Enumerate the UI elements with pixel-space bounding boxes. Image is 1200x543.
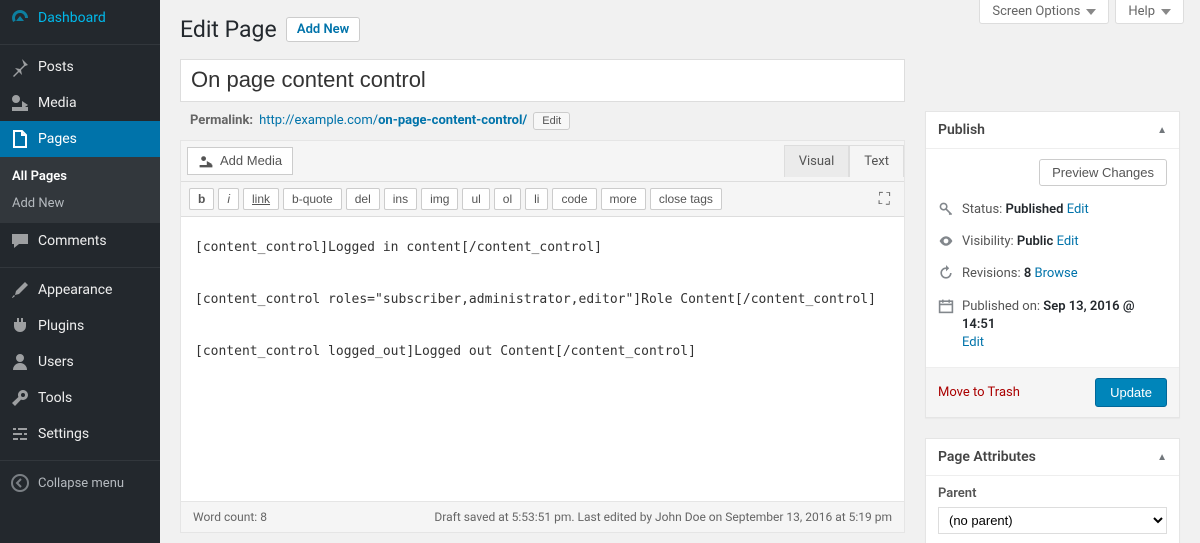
sidebar-item-media[interactable]: Media [0,85,160,121]
edit-status-link[interactable]: Edit [1067,202,1089,217]
sidebar-label: Users [38,354,74,370]
pin-icon [10,57,30,77]
sidebar-item-dashboard[interactable]: Dashboard [0,0,160,36]
submenu-add-new[interactable]: Add New [0,190,160,217]
sidebar-label: Comments [38,233,107,249]
collapse-icon [10,473,30,493]
sidebar-item-users[interactable]: Users [0,344,160,380]
sidebar-label: Tools [38,390,72,406]
qt-code[interactable]: code [552,188,596,210]
qt-li[interactable]: li [525,188,548,210]
wrench-icon [10,388,30,408]
backup-icon [938,265,954,287]
page-icon [10,129,30,149]
parent-select[interactable]: (no parent) [938,507,1167,534]
plugin-icon [10,316,30,336]
word-count: Word count: 8 [193,510,267,524]
user-icon [10,352,30,372]
browse-revisions-link[interactable]: Browse [1035,266,1078,281]
sidebar-item-comments[interactable]: Comments [0,223,160,259]
tab-visual[interactable]: Visual [784,145,850,177]
qt-del[interactable]: del [346,188,380,210]
admin-sidebar: Dashboard Posts Media Pages All Pages Ad… [0,0,160,543]
page-attributes-metabox: Page Attributes▲ Parent (no parent) Orde… [925,438,1180,543]
sidebar-label: Settings [38,426,89,442]
media-icon [198,153,214,169]
qt-ins[interactable]: ins [384,188,417,210]
toggle-icon[interactable]: ▲ [1157,452,1167,463]
permalink-label: Permalink: [190,113,253,128]
sidebar-submenu-pages: All Pages Add New [0,157,160,223]
qt-img[interactable]: img [421,188,458,210]
post-title-input[interactable] [180,59,905,102]
submenu-all-pages[interactable]: All Pages [0,163,160,190]
sidebar-item-plugins[interactable]: Plugins [0,308,160,344]
sidebar-item-settings[interactable]: Settings [0,416,160,452]
preview-changes-button[interactable]: Preview Changes [1039,159,1167,186]
collapse-label: Collapse menu [38,476,124,491]
page-attributes-title: Page Attributes▲ [926,439,1179,476]
dashboard-icon [10,8,30,28]
quicktags-toolbar: b i link b-quote del ins img ul ol li co… [181,182,904,217]
add-media-label: Add Media [220,153,282,168]
status-row: Status: Published Edit [938,196,1167,228]
qt-link[interactable]: link [243,188,279,210]
autosave-status: Draft saved at 5:53:51 pm. Last edited b… [434,510,892,524]
collapse-menu[interactable]: Collapse menu [0,465,160,501]
publish-metabox: Publish▲ Preview Changes Status: Publish… [925,111,1180,418]
calendar-icon [938,298,954,320]
qt-bquote[interactable]: b-quote [283,188,342,210]
qt-more[interactable]: more [601,188,646,210]
update-button[interactable]: Update [1095,378,1167,407]
editor-box: Add Media VisualText b i link b-quote de… [180,140,905,533]
page-title: Edit Page [180,16,277,43]
qt-close[interactable]: close tags [650,188,722,210]
permalink-link[interactable]: http://example.com/on-page-content-contr… [259,113,527,128]
permalink-row: Permalink: http://example.com/on-page-co… [180,102,905,140]
add-media-button[interactable]: Add Media [187,147,293,175]
brush-icon [10,280,30,300]
sidebar-label: Plugins [38,318,84,334]
publish-title: Publish▲ [926,112,1179,149]
fullscreen-icon[interactable]: ⛶ [873,189,896,209]
qt-italic[interactable]: i [218,188,239,210]
published-row: Published on: Sep 13, 2016 @ 14:51Edit [938,293,1167,358]
qt-ol[interactable]: ol [494,188,521,210]
key-icon [938,201,954,223]
qt-ul[interactable]: ul [462,188,489,210]
visibility-row: Visibility: Public Edit [938,228,1167,260]
edit-visibility-link[interactable]: Edit [1057,234,1079,249]
edit-date-link[interactable]: Edit [962,335,984,350]
sidebar-label: Posts [38,59,74,75]
sidebar-label: Pages [38,131,77,147]
edit-permalink-button[interactable]: Edit [533,112,570,130]
eye-icon [938,233,954,255]
main-body: Edit Page Add New Permalink: http://exam… [160,0,1200,543]
comment-icon [10,231,30,251]
add-new-button[interactable]: Add New [286,17,360,42]
sidebar-label: Appearance [38,282,112,298]
settings-icon [10,424,30,444]
sidebar-item-pages[interactable]: Pages [0,121,160,157]
parent-label: Parent [938,486,1167,501]
revisions-row: Revisions: 8 Browse [938,260,1167,292]
sidebar-item-appearance[interactable]: Appearance [0,272,160,308]
move-to-trash-link[interactable]: Move to Trash [938,385,1020,400]
editor-statusbar: Word count: 8 Draft saved at 5:53:51 pm.… [181,501,904,532]
toggle-icon[interactable]: ▲ [1157,125,1167,136]
qt-bold[interactable]: b [189,188,214,210]
sidebar-item-tools[interactable]: Tools [0,380,160,416]
content-textarea[interactable] [181,217,904,497]
sidebar-label: Dashboard [38,10,106,26]
tab-text[interactable]: Text [849,145,904,177]
media-icon [10,93,30,113]
sidebar-item-posts[interactable]: Posts [0,49,160,85]
sidebar-label: Media [38,95,77,111]
